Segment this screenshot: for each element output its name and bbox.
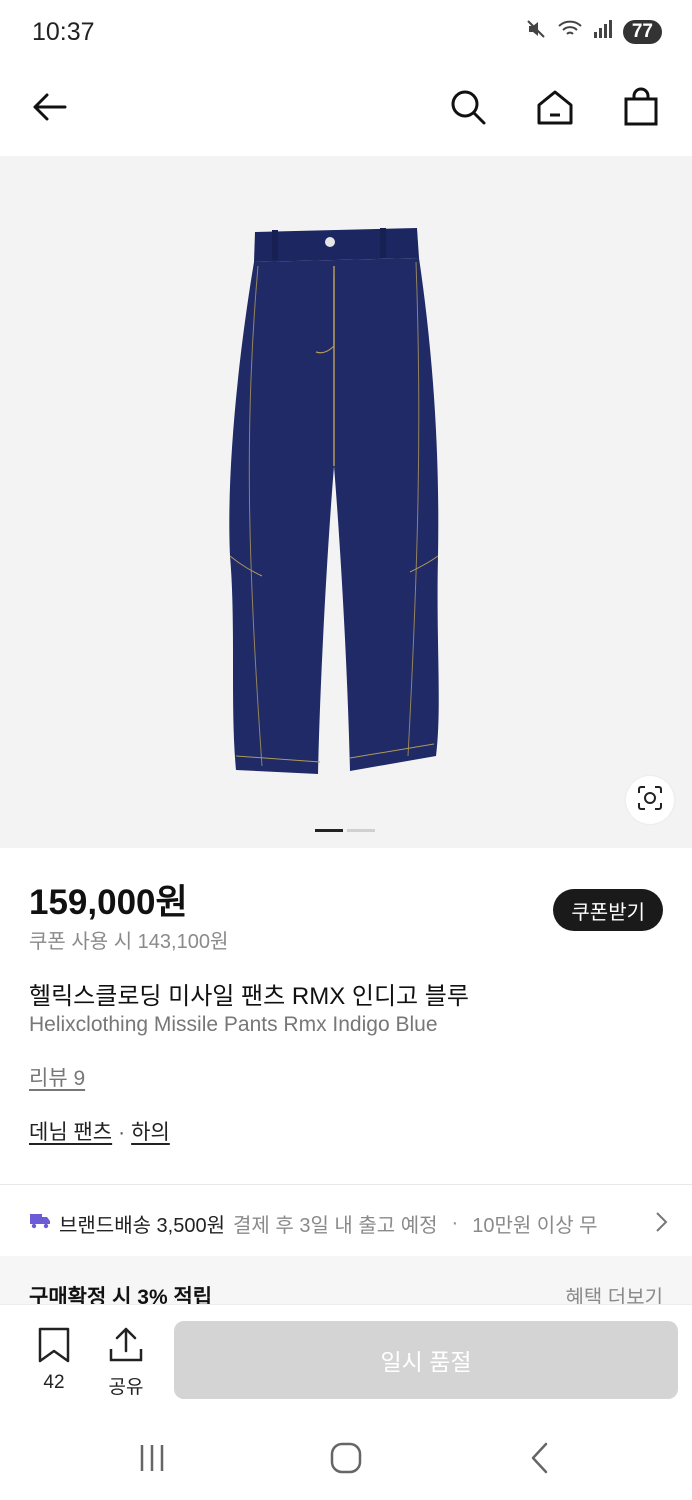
recent-apps-button[interactable] [132, 1440, 172, 1480]
status-icons: 77 [525, 18, 662, 45]
free-shipping-note: 10만원 이상 무 [472, 1214, 598, 1237]
sold-out-button: 일시 품절 [174, 1321, 678, 1399]
section-divider [0, 1184, 692, 1185]
bookmark-button[interactable]: 42 [24, 1327, 84, 1394]
shipping-eta: 결제 후 3일 내 출고 예정 [233, 1214, 438, 1237]
search-icon [448, 87, 488, 132]
product-image-gallery[interactable] [0, 156, 692, 848]
bookmark-count: 42 [43, 1372, 65, 1393]
home-button[interactable] [526, 80, 584, 138]
shipping-fee: 브랜드배송 3,500원 [59, 1214, 226, 1237]
shopping-bag-icon [621, 87, 661, 132]
battery-indicator: 77 [622, 19, 662, 44]
share-button[interactable]: 공유 [96, 1327, 156, 1399]
status-bar: 10:37 77 [0, 0, 692, 64]
truck-icon [29, 1211, 51, 1235]
page-dot-active [315, 829, 343, 832]
share-icon [108, 1327, 144, 1367]
top-app-bar [0, 64, 692, 154]
product-name-english: Helixclothing Missile Pants Rmx Indigo B… [29, 1013, 438, 1036]
recent-apps-icon [136, 1443, 168, 1478]
category-separator: · [118, 1121, 126, 1144]
system-navigation-bar [0, 1414, 692, 1500]
wifi-icon [557, 18, 583, 45]
mute-icon [525, 18, 547, 45]
cart-button[interactable] [612, 80, 670, 138]
bookmark-icon [37, 1327, 71, 1367]
chevron-left-icon [528, 1441, 552, 1480]
gallery-page-indicator [315, 829, 375, 832]
share-label: 공유 [108, 1377, 144, 1398]
review-link[interactable]: 리뷰 9 [29, 1062, 85, 1092]
signal-icon [593, 19, 613, 44]
visual-search-button[interactable] [626, 776, 674, 824]
back-nav-button[interactable] [520, 1440, 560, 1480]
page-dot [347, 829, 375, 832]
home-icon [535, 87, 575, 132]
search-button[interactable] [439, 80, 497, 138]
get-coupon-button[interactable]: 쿠폰받기 [553, 889, 663, 931]
category-breadcrumb: 데님 팬츠 · 하의 [29, 1116, 170, 1146]
home-nav-button[interactable] [326, 1440, 366, 1480]
chevron-right-icon [649, 1210, 669, 1238]
shipping-separator: · [451, 1211, 459, 1234]
lens-icon [636, 784, 664, 817]
home-circle-icon [329, 1441, 363, 1480]
category-link-bottoms[interactable]: 하의 [131, 1121, 170, 1144]
arrow-left-icon [29, 87, 69, 132]
category-link-denim-pants[interactable]: 데님 팬츠 [29, 1121, 112, 1144]
product-name-korean: 헬릭스클로딩 미사일 팬츠 RMX 인디고 블루 [29, 983, 469, 1010]
coupon-price: 쿠폰 사용 시 143,100원 [29, 931, 229, 953]
bottom-action-bar: 42 공유 일시 품절 [0, 1304, 692, 1415]
product-price: 159,000원 [29, 883, 188, 922]
back-button[interactable] [20, 80, 78, 138]
product-image [229, 228, 439, 774]
shipping-info-row[interactable]: 브랜드배송 3,500원 결제 후 3일 내 출고 예정 · 10만원 이상 무 [29, 1208, 669, 1238]
status-time: 10:37 [32, 18, 95, 46]
